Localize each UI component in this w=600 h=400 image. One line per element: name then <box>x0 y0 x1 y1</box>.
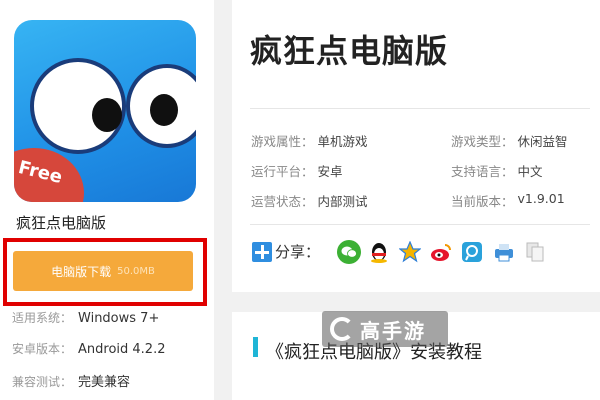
copy-icon[interactable] <box>523 240 547 264</box>
download-label: 电脑版下载 <box>51 264 112 279</box>
app-icon: Free <box>14 20 196 202</box>
info-attribute: 游戏属性： 单机游戏 <box>251 131 368 150</box>
info-type: 游戏类型： 休闲益智 <box>451 131 568 150</box>
compat-row: 兼容测试： 完美兼容 <box>12 371 130 390</box>
watermark: 高手游 <box>322 311 448 347</box>
android-row: 安卓版本： Android 4.2.2 <box>12 340 166 357</box>
print-icon[interactable] <box>492 240 516 264</box>
info-key: 当前版本： <box>451 194 514 209</box>
compat-value: 完美兼容 <box>78 375 131 390</box>
divider <box>250 108 590 109</box>
left-eye-icon <box>30 58 126 154</box>
game-name: 疯狂点电脑版 <box>16 214 107 232</box>
divider <box>250 224 590 225</box>
right-eye-icon <box>126 64 196 148</box>
info-value: 单机游戏 <box>317 134 368 149</box>
system-key: 适用系统： <box>12 311 73 325</box>
system-row: 适用系统： Windows 7+ <box>12 309 159 326</box>
info-status: 运营状态： 内部测试 <box>251 191 368 210</box>
info-value: 安卓 <box>317 164 343 179</box>
weibo-icon[interactable] <box>429 240 453 264</box>
pupil <box>92 98 122 132</box>
download-size: 50.0MB <box>117 265 155 277</box>
info-key: 运行平台： <box>251 164 314 179</box>
info-platform: 运行平台： 安卓 <box>251 161 343 180</box>
qq-icon[interactable] <box>367 240 391 264</box>
info-value: 内部测试 <box>317 194 368 209</box>
wechat-icon[interactable] <box>337 240 361 264</box>
page-title: 疯狂点电脑版 <box>250 32 449 70</box>
watermark-logo-icon <box>330 317 354 341</box>
plus-icon[interactable] <box>252 242 272 262</box>
qzone-icon[interactable] <box>398 240 422 264</box>
info-key: 游戏属性： <box>251 134 314 149</box>
watermark-text: 高手游 <box>360 318 426 343</box>
tencent-weibo-icon[interactable] <box>460 240 484 264</box>
tutorial-accent-bar <box>253 337 258 357</box>
download-button[interactable]: 电脑版下载 50.0MB <box>13 251 193 291</box>
system-value: Windows 7+ <box>78 311 160 326</box>
compat-key: 兼容测试： <box>12 375 73 389</box>
info-value: 中文 <box>517 164 543 179</box>
info-key: 支持语言： <box>451 164 514 179</box>
android-value: Android 4.2.2 <box>78 342 166 357</box>
info-key: 运营状态： <box>251 194 314 209</box>
info-value: 休闲益智 <box>517 134 568 149</box>
info-value: v1.9.01 <box>517 191 565 206</box>
info-language: 支持语言： 中文 <box>451 161 543 180</box>
share-label: 分享： <box>275 243 321 261</box>
pupil <box>150 94 178 126</box>
info-version: 当前版本： v1.9.01 <box>451 191 565 210</box>
android-key: 安卓版本： <box>12 342 73 356</box>
info-key: 游戏类型： <box>451 134 514 149</box>
